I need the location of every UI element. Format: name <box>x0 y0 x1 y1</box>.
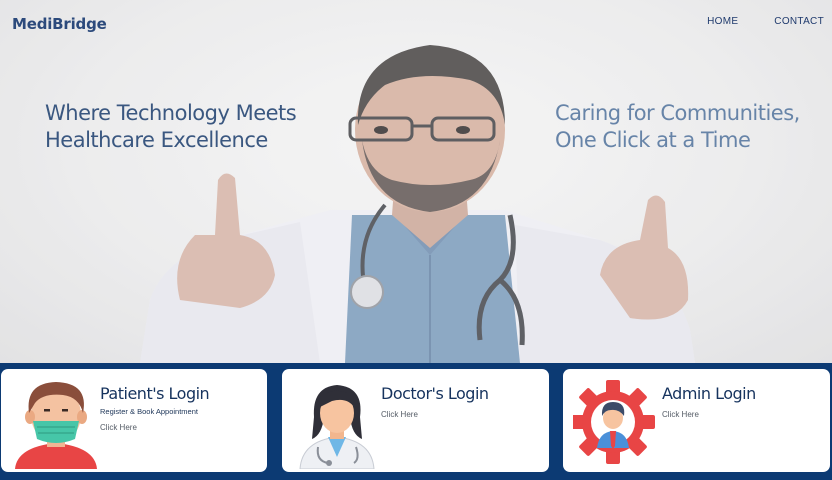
hero-overlay <box>0 0 832 363</box>
patient-mask-icon <box>15 382 97 469</box>
admin-gear-icon <box>573 380 655 464</box>
doctor-login-title[interactable]: Doctor's Login <box>381 384 489 403</box>
admin-login-card[interactable]: Admin Login Click Here <box>563 369 830 472</box>
top-nav: HOME CONTACT <box>707 16 824 27</box>
doctor-login-card[interactable]: Doctor's Login Click Here <box>282 369 549 472</box>
patient-login-link[interactable]: Click Here <box>100 423 137 432</box>
nav-home-link[interactable]: HOME <box>707 16 738 27</box>
hero-section: MediBridge HOME CONTACT Where Technology… <box>0 0 832 363</box>
doctor-female-icon <box>299 385 375 469</box>
brand-logo[interactable]: MediBridge <box>12 15 107 33</box>
patient-login-title[interactable]: Patient's Login <box>100 384 210 403</box>
patient-login-subtitle: Register & Book Appointment <box>100 407 198 416</box>
nav-contact-link[interactable]: CONTACT <box>774 16 824 27</box>
admin-login-title[interactable]: Admin Login <box>662 384 756 403</box>
hero-tagline-right: Caring for Communities, One Click at a T… <box>555 101 800 152</box>
patient-login-card[interactable]: Patient's Login Register & Book Appointm… <box>1 369 267 472</box>
admin-login-link[interactable]: Click Here <box>662 410 699 419</box>
doctor-login-link[interactable]: Click Here <box>381 410 418 419</box>
hero-tagline-left: Where Technology Meets Healthcare Excell… <box>45 101 297 152</box>
